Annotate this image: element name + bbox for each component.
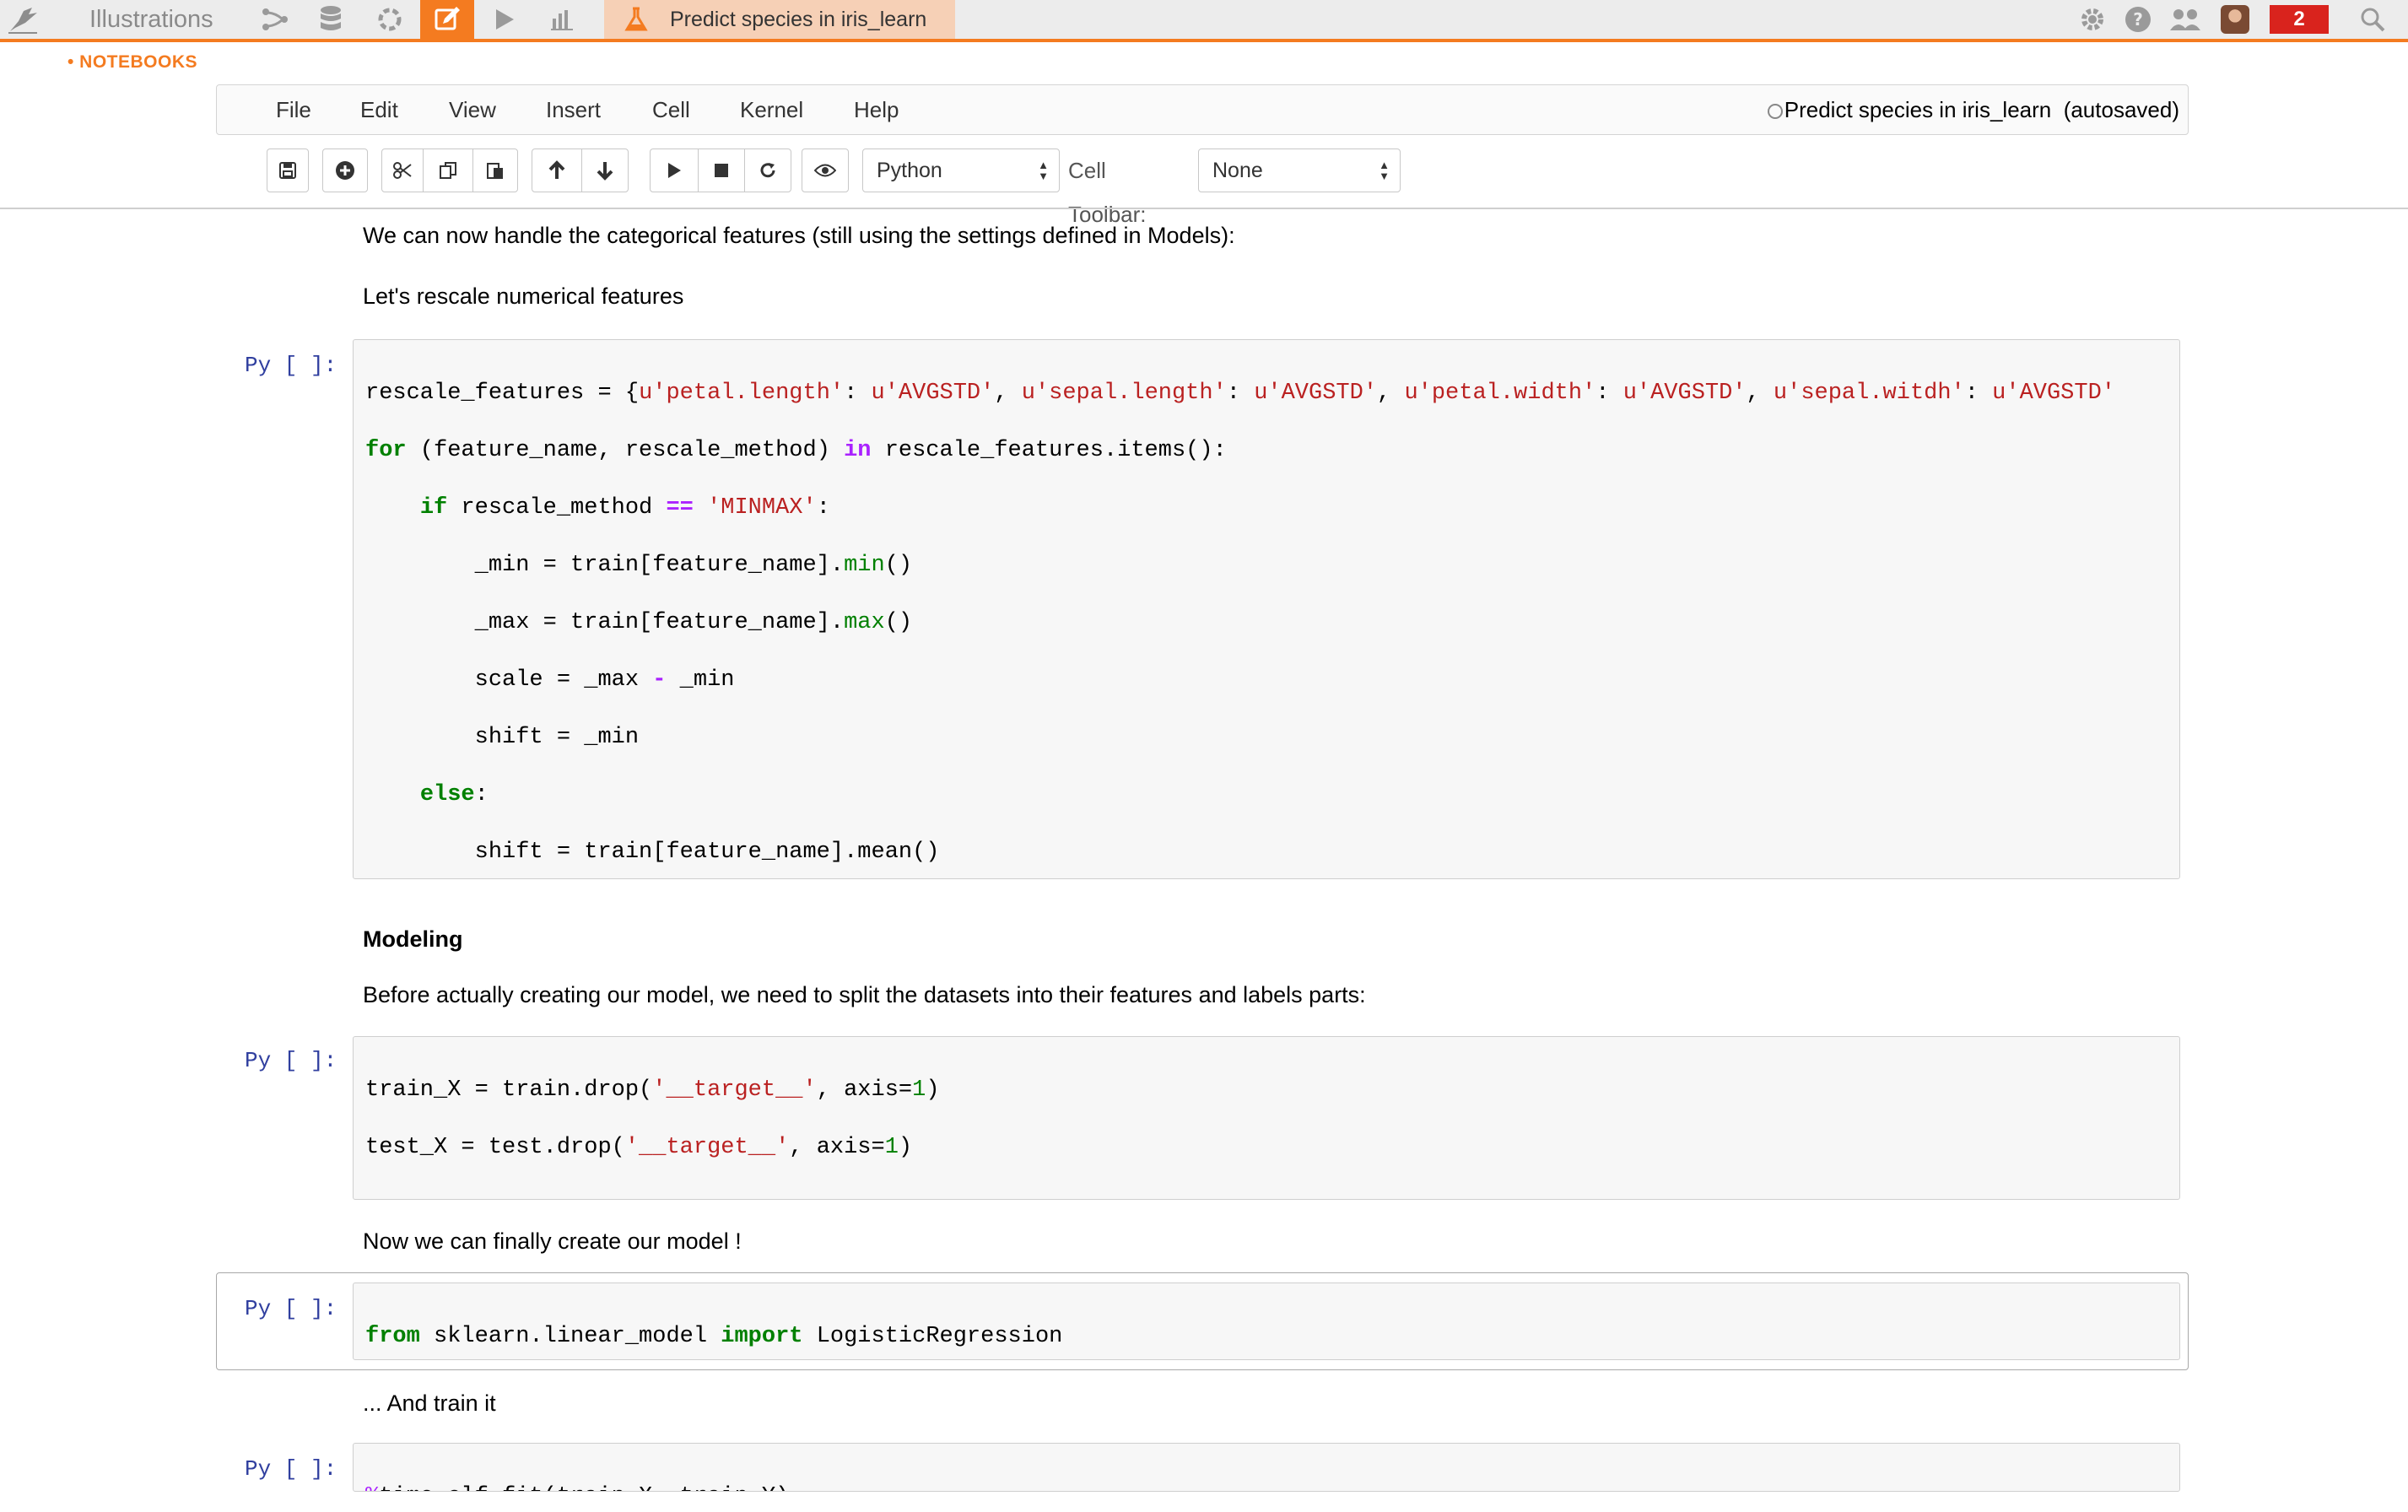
notebook-menubar: File Edit View Insert Cell Kernel Help P…: [216, 84, 2189, 135]
interrupt-kernel-button[interactable]: [698, 148, 745, 192]
people-icon[interactable]: [2165, 0, 2206, 39]
code-cell-rescale[interactable]: rescale_features = {u'petal.length': u'A…: [353, 339, 2180, 879]
code-cell-split[interactable]: train_X = train.drop('__target__', axis=…: [353, 1036, 2180, 1200]
scissors-icon: [393, 162, 412, 179]
select-arrows-icon: ▲ ▼: [1038, 159, 1049, 182]
code-line: test_X = test.drop('__target__', axis=1): [365, 1135, 913, 1160]
breadcrumb[interactable]: • NOTEBOOKS: [67, 52, 197, 73]
insert-cell-button[interactable]: [322, 148, 368, 192]
refresh-icon: [760, 163, 775, 178]
svg-text:?: ?: [2133, 9, 2143, 30]
active-notebook-tab[interactable]: Predict species in iris_learn: [604, 0, 955, 39]
project-name[interactable]: Illustrations: [89, 0, 213, 39]
input-prompt: Py [ ]:: [245, 1456, 337, 1482]
save-icon: [279, 162, 296, 179]
markdown-cell[interactable]: Let's rescale numerical features: [363, 284, 683, 310]
menu-file[interactable]: File: [276, 85, 311, 134]
code-line: _min = train[feature_name].min(): [365, 553, 913, 578]
recipe-icon[interactable]: [373, 0, 407, 39]
gear-icon[interactable]: [2076, 0, 2109, 39]
markdown-cell[interactable]: Now we can finally create our model !: [363, 1228, 742, 1255]
code-cell-model[interactable]: from sklearn.linear_model import Logisti…: [353, 1282, 2180, 1360]
code-line: shift = _min: [365, 725, 640, 750]
kernel-status-icon: [1767, 104, 1783, 120]
flask-icon: [624, 7, 648, 31]
input-prompt: Py [ ]:: [245, 353, 337, 378]
menu-insert[interactable]: Insert: [546, 85, 601, 134]
eye-icon: [814, 164, 836, 177]
paste-icon: [487, 163, 503, 179]
stop-icon: [715, 164, 728, 177]
menu-cell[interactable]: Cell: [652, 85, 690, 134]
run-cell-button[interactable]: [650, 148, 699, 192]
arrow-down-icon: [597, 162, 613, 181]
paste-button[interactable]: [472, 148, 518, 192]
input-prompt: Py [ ]:: [245, 1296, 337, 1321]
cell-toolbar-select-value: None: [1212, 159, 1263, 182]
menu-help[interactable]: Help: [854, 85, 899, 134]
notebook-icon[interactable]: [420, 0, 474, 39]
dataset-icon[interactable]: [314, 0, 348, 39]
cell-toolbar-select[interactable]: None ▲ ▼: [1198, 148, 1401, 192]
plus-circle-icon: [336, 161, 354, 180]
move-down-button[interactable]: [581, 148, 629, 192]
code-line: _max = train[feature_name].max(): [365, 610, 913, 635]
code-line: train_X = train.drop('__target__', axis=…: [365, 1077, 940, 1103]
markdown-cell[interactable]: ... And train it: [363, 1390, 496, 1417]
menu-kernel[interactable]: Kernel: [740, 85, 803, 134]
code-line: if rescale_method == 'MINMAX':: [419, 495, 830, 521]
play-icon: [668, 163, 681, 178]
notification-badge[interactable]: 2: [2270, 5, 2329, 34]
code-line: shift = train[feature_name].mean(): [365, 840, 940, 865]
save-button[interactable]: [267, 148, 309, 192]
copy-icon: [440, 162, 456, 179]
menu-edit[interactable]: Edit: [360, 85, 398, 134]
run-icon[interactable]: [488, 0, 521, 39]
markdown-cell[interactable]: Before actually creating our model, we n…: [363, 982, 1366, 1008]
save-status: (autosaved): [2063, 97, 2179, 122]
header-divider: [0, 208, 2408, 209]
code-line: for (feature_name, rescale_method) in re…: [365, 438, 1227, 463]
code-line: rescale_features = {u'petal.length': u'A…: [365, 381, 2115, 406]
code-cell-train[interactable]: %time clf.fit(train_X, train_Y): [353, 1443, 2180, 1492]
help-icon[interactable]: ?: [2121, 0, 2155, 39]
notebook-title-area[interactable]: Predict species in iris_learn (autosaved…: [1767, 85, 2179, 134]
flow-icon[interactable]: [258, 0, 292, 39]
move-up-button[interactable]: [532, 148, 582, 192]
input-prompt: Py [ ]:: [245, 1048, 337, 1073]
arrow-up-icon: [548, 160, 565, 179]
code-line: from sklearn.linear_model import Logisti…: [365, 1324, 1063, 1349]
cell-toolbar-label: Cell Toolbar:: [1068, 158, 1147, 227]
kernel-select[interactable]: Python ▲ ▼: [862, 148, 1060, 192]
code-line: else:: [419, 782, 489, 807]
code-line: scale = _max - _min: [365, 667, 735, 693]
avatar[interactable]: [2221, 5, 2249, 34]
markdown-cell[interactable]: We can now handle the categorical featur…: [363, 223, 1235, 249]
notebook-title[interactable]: Predict species in iris_learn: [1784, 97, 2051, 122]
search-icon[interactable]: [2354, 0, 2391, 39]
cut-button[interactable]: [381, 148, 424, 192]
bird-logo-icon[interactable]: [7, 0, 40, 39]
top-navigation-bar: Illustrations Predict species in iris_le…: [0, 0, 2408, 42]
kernel-select-value: Python: [877, 159, 942, 182]
active-tab-title: Predict species in iris_learn: [670, 7, 927, 31]
markdown-heading[interactable]: Modeling: [363, 926, 462, 953]
chart-icon[interactable]: [545, 0, 579, 39]
toggle-visibility-button[interactable]: [802, 148, 849, 192]
menu-view[interactable]: View: [449, 85, 496, 134]
select-arrows-icon: ▲ ▼: [1379, 159, 1390, 182]
restart-kernel-button[interactable]: [744, 148, 791, 192]
copy-button[interactable]: [423, 148, 473, 192]
code-line: %time clf.fit(train_X, train_Y): [365, 1482, 2179, 1491]
